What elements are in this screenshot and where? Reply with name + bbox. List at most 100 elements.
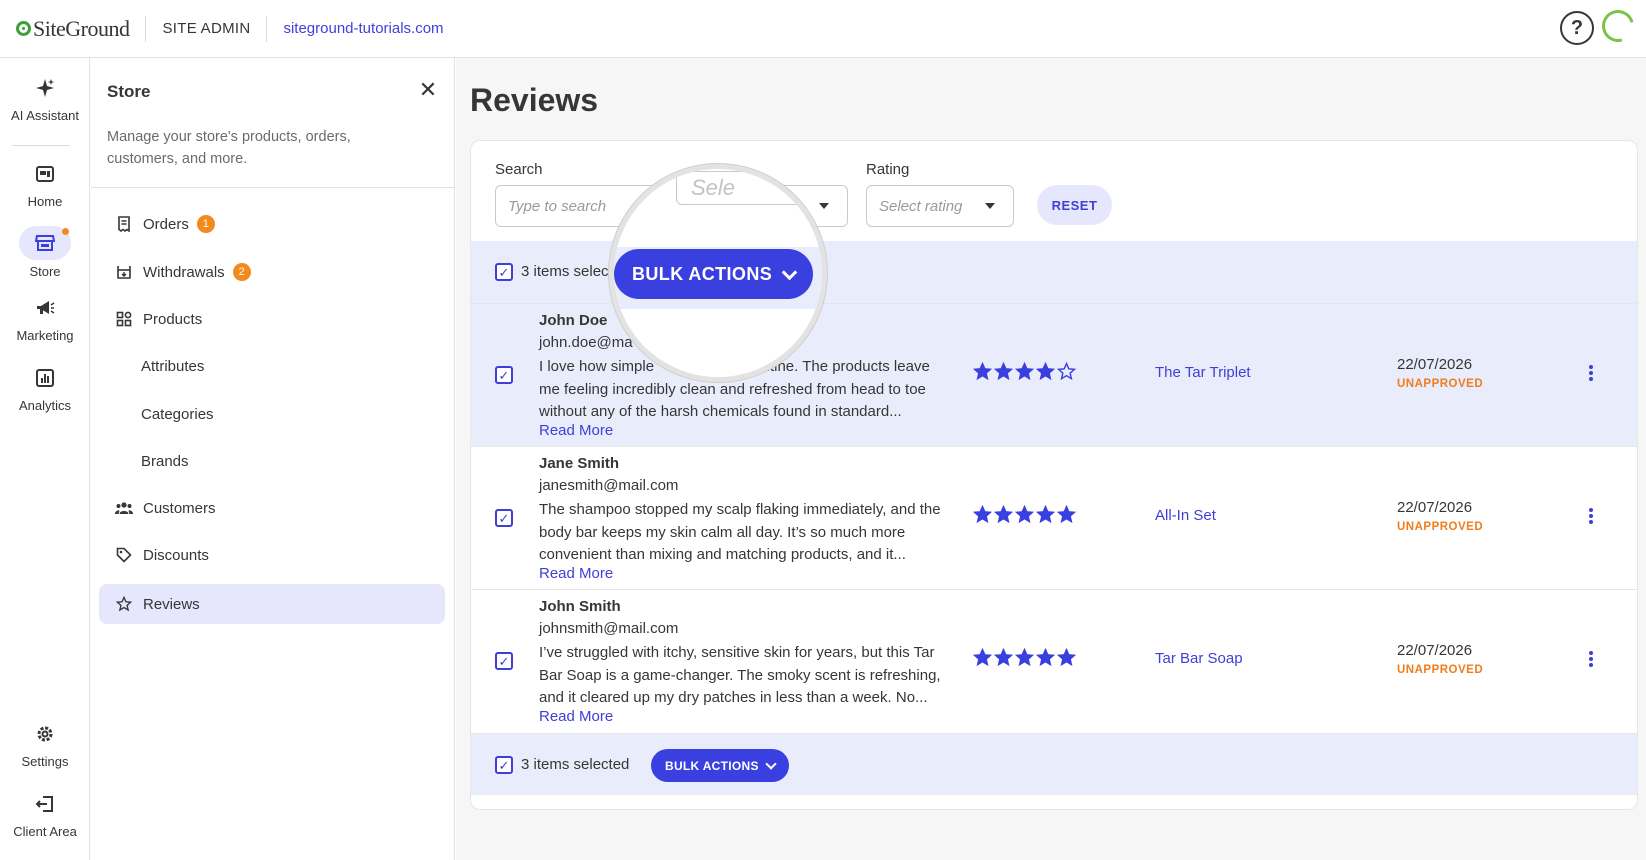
star-icon — [115, 595, 133, 613]
rail-item-store[interactable]: Store — [0, 226, 90, 279]
reviewer-name: John Doe — [539, 312, 608, 329]
divider — [266, 15, 268, 42]
more-options-icon[interactable] — [1587, 648, 1595, 670]
exit-icon — [33, 794, 57, 818]
rating-label: Rating — [866, 161, 910, 178]
icon-rail: AI Assistant Home Store Marketing Analyt… — [0, 58, 90, 860]
search-label: Search — [495, 161, 543, 178]
rating-stars — [973, 505, 1076, 524]
review-text-part: I love how simple — [539, 358, 655, 375]
siteground-logo[interactable]: SiteGround — [16, 0, 130, 58]
more-options-icon[interactable] — [1587, 362, 1595, 384]
rating-stars — [973, 648, 1076, 667]
nav-label: Brands — [141, 452, 189, 470]
star-filled-icon — [973, 505, 992, 524]
star-filled-icon — [973, 362, 992, 381]
rail-item-marketing[interactable]: Marketing — [0, 298, 90, 343]
rail-item-settings[interactable]: Settings — [0, 724, 90, 769]
reviewer-email: janesmith@mail.com — [539, 477, 679, 494]
nav-item-brands[interactable]: Brands — [99, 441, 445, 481]
row-checkbox[interactable]: ✓ — [495, 509, 513, 527]
bulk-actions-button[interactable]: BULK ACTIONS — [651, 749, 789, 782]
rail-item-label: Client Area — [13, 824, 77, 839]
selected-count: 3 items selec — [521, 263, 609, 280]
receipt-icon — [115, 215, 133, 233]
nav-item-products[interactable]: Products — [99, 299, 445, 339]
store-icon — [35, 235, 55, 251]
chevron-down-icon — [765, 757, 777, 770]
domain-link[interactable]: siteground-tutorials.com — [283, 20, 443, 37]
sparkle-icon — [33, 78, 57, 102]
row-checkbox[interactable]: ✓ — [495, 366, 513, 384]
nav-item-customers[interactable]: Customers — [99, 488, 445, 528]
star-filled-icon — [1057, 648, 1076, 667]
rail-item-label: Store — [29, 264, 61, 279]
rail-item-label: Home — [27, 194, 63, 209]
nav-item-discounts[interactable]: Discounts — [99, 535, 445, 575]
reviewer-name: John Smith — [539, 598, 621, 615]
nav-label: Discounts — [143, 546, 209, 564]
home-icon — [33, 164, 57, 188]
panel-title: Store — [107, 82, 151, 101]
read-more-link[interactable]: Read More — [539, 422, 613, 439]
bulk-actions-button[interactable]: BULK ACTIONS — [614, 249, 814, 299]
nav-label: Orders — [143, 215, 189, 233]
store-icon-wrap — [19, 226, 71, 260]
read-more-link[interactable]: Read More — [539, 708, 613, 725]
rating-placeholder: Select rating — [879, 197, 963, 215]
help-icon[interactable]: ? — [1560, 11, 1594, 45]
megaphone-icon — [33, 298, 57, 322]
status-badge: UNAPPROVED — [1397, 664, 1484, 676]
nav-item-withdrawals[interactable]: Withdrawals 2 — [99, 252, 445, 292]
product-link[interactable]: All-In Set — [1155, 507, 1216, 524]
divider — [145, 15, 147, 42]
count-badge: 1 — [196, 215, 215, 233]
selected-count: 3 items selected — [521, 756, 630, 773]
store-panel: Store ✕ Manage your store's products, or… — [91, 58, 455, 860]
nav-label: Attributes — [141, 357, 205, 375]
logo-text: SiteGround — [33, 15, 130, 41]
read-more-link[interactable]: Read More — [539, 565, 613, 582]
select-all-checkbox[interactable]: ✓ — [495, 756, 513, 774]
nav-item-reviews[interactable]: Reviews — [99, 584, 445, 624]
bulk-actions-label: BULK ACTIONS — [665, 758, 759, 773]
main-content: Reviews Search Type to search Rating Sel… — [456, 58, 1646, 860]
rail-item-client-area[interactable]: Client Area — [0, 794, 90, 839]
top-bar: SiteGround SITE ADMIN siteground-tutoria… — [0, 0, 1646, 58]
rating-stars — [973, 362, 1076, 381]
analytics-icon — [33, 368, 57, 392]
close-icon[interactable]: ✕ — [418, 79, 438, 101]
star-filled-icon — [1015, 648, 1034, 667]
product-link[interactable]: The Tar Triplet — [1155, 364, 1251, 381]
rail-item-analytics[interactable]: Analytics — [0, 368, 90, 413]
gear-icon — [33, 724, 57, 748]
rail-item-label: Analytics — [18, 398, 72, 413]
rail-item-label: Marketing — [16, 328, 74, 343]
select-all-checkbox[interactable]: ✓ — [495, 263, 513, 281]
rail-divider — [12, 145, 70, 146]
nav-label: Categories — [141, 405, 214, 423]
bulk-actions-bar-bottom: ✓ 3 items selected BULK ACTIONS — [471, 733, 1637, 795]
chevron-down-icon — [781, 264, 798, 280]
logo-mark-icon — [16, 21, 31, 36]
nav-item-attributes[interactable]: Attributes — [99, 346, 445, 386]
rating-select[interactable]: Select rating — [866, 185, 1014, 227]
star-filled-icon — [973, 648, 992, 667]
row-checkbox[interactable]: ✓ — [495, 652, 513, 670]
reviewer-email: johnsmith@mail.com — [539, 620, 679, 637]
star-filled-icon — [994, 505, 1013, 524]
reset-button[interactable]: RESET — [1037, 185, 1112, 225]
product-link[interactable]: Tar Bar Soap — [1155, 650, 1243, 667]
rail-item-home[interactable]: Home — [0, 164, 90, 209]
status-select-zoomed[interactable]: Sele — [676, 171, 822, 205]
star-filled-icon — [994, 362, 1013, 381]
more-options-icon[interactable] — [1587, 505, 1595, 527]
panel-divider — [91, 187, 454, 188]
rail-item-label: AI Assistant — [11, 108, 79, 123]
tag-icon — [115, 546, 133, 564]
nav-label: Products — [143, 310, 203, 328]
nav-item-orders[interactable]: Orders 1 — [99, 204, 445, 244]
review-date: 22/07/2026 — [1397, 499, 1473, 516]
nav-item-categories[interactable]: Categories — [99, 394, 445, 434]
rail-item-ai-assistant[interactable]: AI Assistant — [0, 78, 90, 123]
